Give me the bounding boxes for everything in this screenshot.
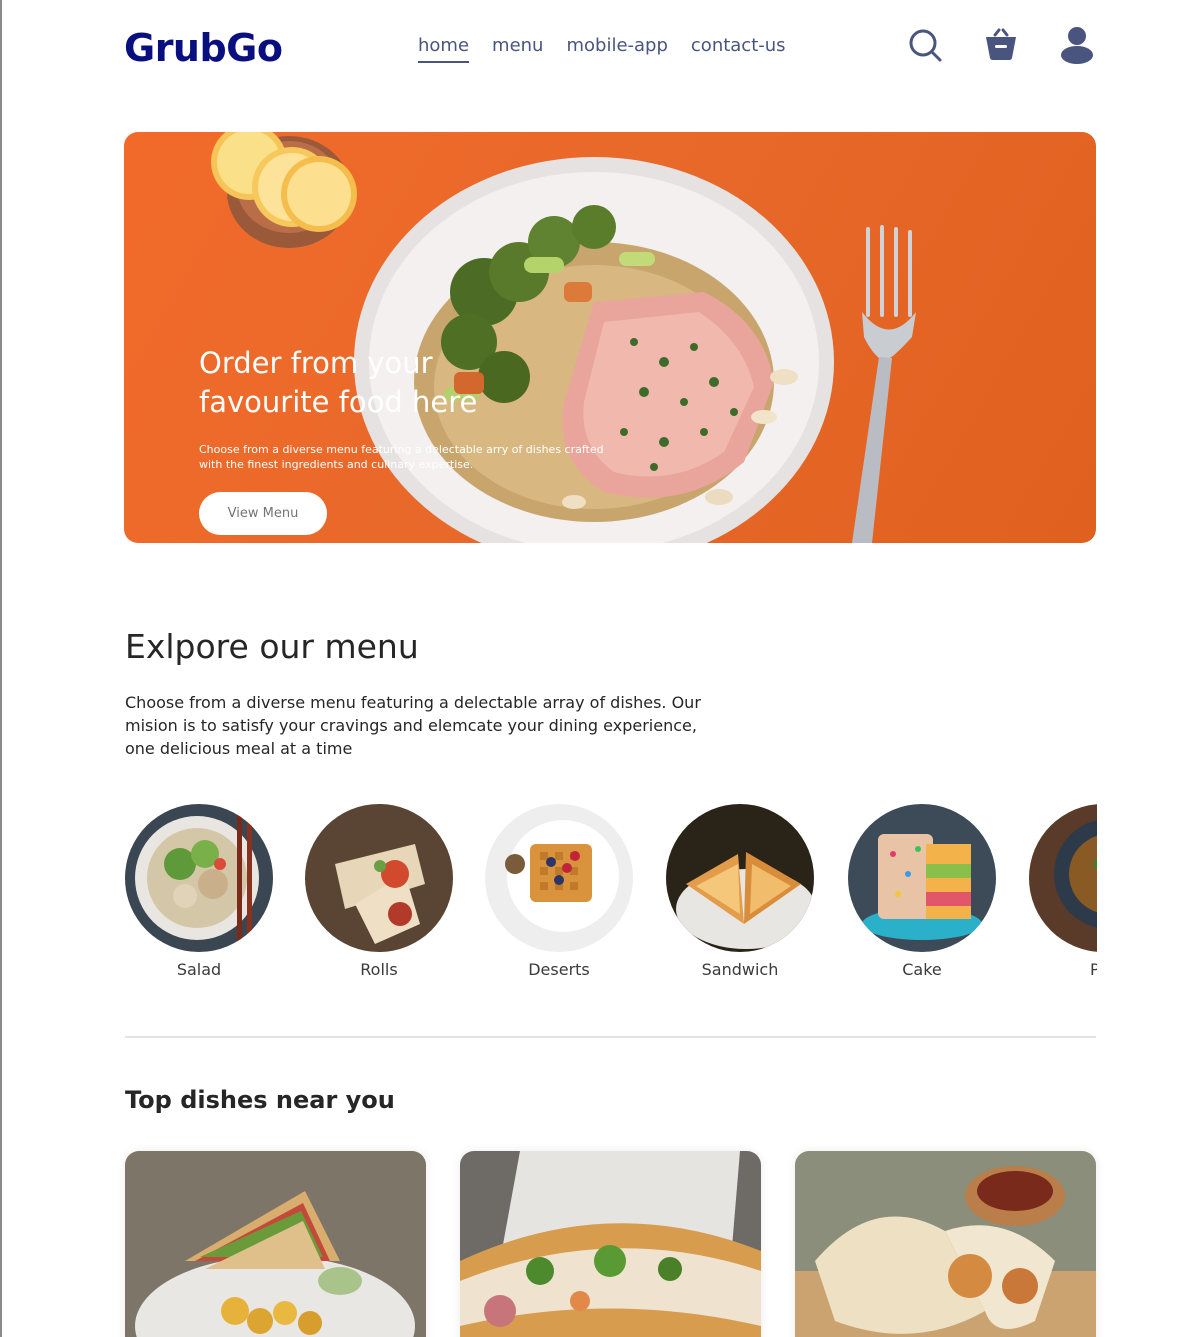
basket-icon[interactable]	[982, 26, 1020, 64]
menu-item-sandwich[interactable]: Sandwich	[666, 804, 814, 979]
nav-link-home[interactable]: home	[418, 34, 470, 63]
menu-item-label: Rolls	[360, 960, 398, 979]
dish-card[interactable]	[460, 1151, 761, 1337]
pure-veg-image	[1029, 804, 1097, 952]
dish-card[interactable]	[795, 1151, 1096, 1337]
menu-item-label: Sandwich	[701, 960, 779, 979]
dish-card[interactable]	[125, 1151, 426, 1337]
nav-links: home menu mobile-app contact-us	[418, 34, 786, 63]
menu-item-label: Salad	[176, 960, 222, 979]
lemon-bowl	[211, 132, 357, 248]
search-icon[interactable]	[906, 26, 944, 64]
dish-image	[125, 1151, 426, 1337]
salad-image	[125, 804, 273, 952]
rolls-image	[305, 804, 453, 952]
menu-item-deserts[interactable]: Deserts	[485, 804, 633, 979]
explore-menu-description: Choose from a diverse menu featuring a d…	[125, 693, 701, 758]
fork	[852, 225, 916, 543]
menu-item-label: Deserts	[528, 960, 590, 979]
top-dishes-title: Top dishes near you	[125, 1086, 395, 1114]
cake-image	[848, 804, 996, 952]
section-divider	[125, 1036, 1096, 1038]
menu-item-pure-veg[interactable]: Pur	[1029, 804, 1097, 979]
menu-item-label: Cake	[902, 960, 942, 979]
menu-category-list: Salad Rolls Deserts Sandwich Cake P	[125, 804, 1097, 989]
logo[interactable]: GrubGo	[124, 26, 283, 70]
hero-title: Order from your favourite food here	[199, 346, 478, 419]
hero-content: Order from your favourite food here Choo…	[199, 344, 629, 535]
menu-item-salad[interactable]: Salad	[125, 804, 273, 979]
view-menu-button[interactable]: View Menu	[199, 492, 327, 535]
profile-icon[interactable]	[1058, 26, 1096, 64]
deserts-image	[485, 804, 633, 952]
navbar: GrubGo home menu mobile-app contact-us	[124, 20, 1096, 80]
nav-link-contact-us[interactable]: contact-us	[691, 34, 786, 63]
menu-item-label: Pur	[1089, 960, 1097, 979]
menu-item-rolls[interactable]: Rolls	[305, 804, 453, 979]
nav-link-menu[interactable]: menu	[492, 34, 543, 63]
hero-description: Choose from a diverse menu featuring a d…	[199, 443, 604, 471]
sandwich-image	[666, 804, 814, 952]
menu-item-cake[interactable]: Cake	[848, 804, 996, 979]
nav-link-mobile-app[interactable]: mobile-app	[566, 34, 667, 63]
explore-menu-title: Exlpore our menu	[125, 627, 419, 666]
dish-image	[460, 1151, 761, 1337]
nav-actions	[906, 26, 1096, 64]
hero-banner: Order from your favourite food here Choo…	[124, 132, 1096, 543]
dish-image	[795, 1151, 1096, 1337]
